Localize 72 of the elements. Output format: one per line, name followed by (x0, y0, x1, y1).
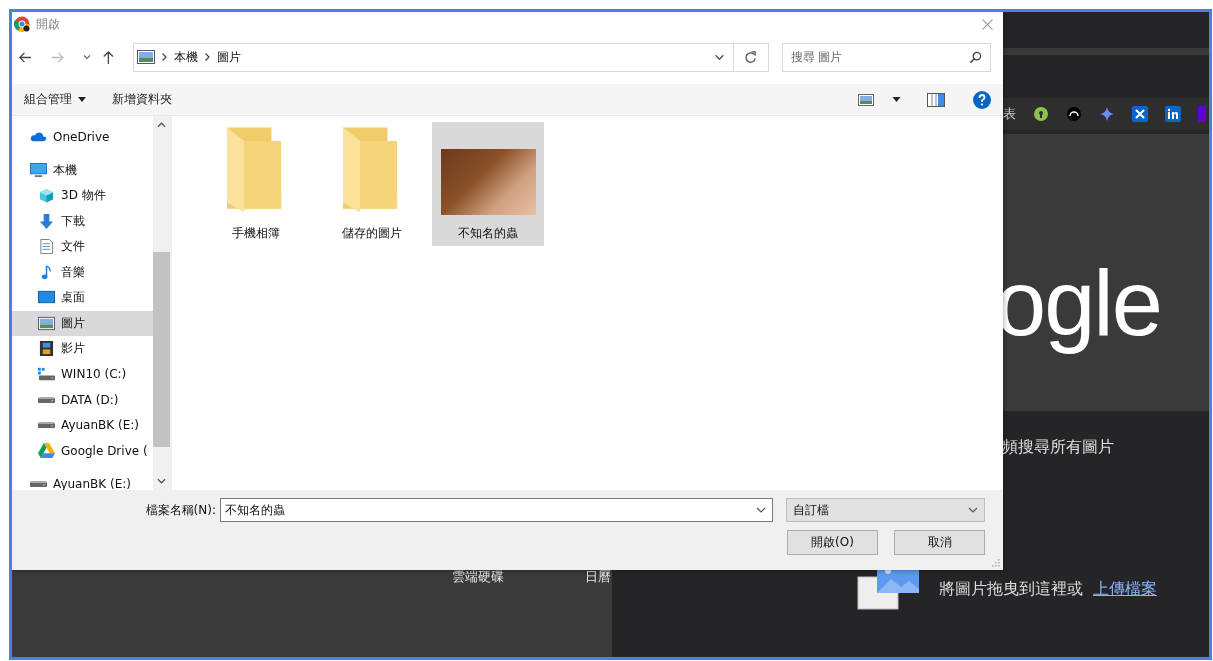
chevron-down-icon (968, 505, 978, 515)
filename-label: 檔案名稱(N): (145, 501, 216, 519)
file-item[interactable]: 儲存的圖片 (316, 122, 428, 246)
keyhole-icon[interactable] (1033, 106, 1049, 122)
preview-pane-icon[interactable] (927, 92, 945, 107)
bookmark-label: 表 (1003, 105, 1016, 123)
sidebar-item[interactable]: 影片 (12, 336, 153, 362)
logo-text: ogle (995, 251, 1161, 356)
open-button[interactable]: 開啟(O) (787, 530, 878, 555)
scrollbar[interactable] (153, 116, 170, 490)
sidebar-item[interactable]: Google Drive ( (12, 438, 153, 464)
sidebar-item[interactable]: 3D 物件 (12, 183, 153, 209)
drop-instruction: 將圖片拖曳到這裡或 (939, 578, 1083, 600)
sidebar-item[interactable]: AyuanBK (E:) (12, 412, 153, 438)
search-hint-text: 頻搜尋所有圖片 (1002, 437, 1114, 458)
refresh-button[interactable] (734, 42, 769, 72)
file-item[interactable]: 手機相簿 (200, 122, 312, 246)
sidebar-item[interactable]: WIN10 (C:) (12, 361, 153, 387)
drive-icon (38, 422, 55, 429)
scroll-down-icon[interactable] (157, 478, 166, 484)
picture-icon (38, 315, 55, 331)
file-type-dropdown[interactable]: 自訂檔 (786, 498, 985, 522)
cube-icon (38, 188, 55, 204)
scroll-up-icon[interactable] (157, 122, 166, 128)
sidebar-item[interactable]: OneDrive (12, 124, 153, 150)
drive-icon (30, 481, 47, 488)
caret-icon[interactable] (892, 97, 901, 102)
help-icon[interactable] (973, 90, 991, 109)
file-item[interactable]: 不知名的蟲 (432, 122, 544, 246)
app-link[interactable]: 日曆 (585, 568, 611, 586)
filename-field[interactable]: 不知名的蟲 (220, 498, 773, 522)
scrollbar-thumb[interactable] (153, 252, 170, 447)
linkedin-icon[interactable] (1165, 106, 1181, 122)
sidebar-item[interactable]: 桌面 (12, 285, 153, 311)
address-bar[interactable]: 本機 圖片 (133, 42, 735, 72)
search-icon[interactable] (969, 50, 982, 64)
refresh-icon (744, 50, 758, 64)
sidebar-item[interactable]: 文件 (12, 234, 153, 260)
sidebar-item[interactable]: 本機 (12, 157, 153, 183)
monitor-icon (30, 162, 47, 178)
organize-menu-button[interactable]: 組合管理 (20, 89, 90, 110)
new-folder-button[interactable]: 新增資料夾 (108, 89, 176, 110)
desktop-icon (38, 290, 55, 306)
chevron-right-icon (205, 53, 211, 61)
sidebar-item[interactable]: DATA (D:) (12, 387, 153, 413)
down-arrow-icon (38, 213, 55, 229)
system-drive-icon (38, 366, 55, 382)
cancel-button[interactable]: 取消 (894, 530, 985, 555)
chevron-right-icon (162, 53, 168, 61)
window-title: 開啟 (36, 15, 60, 33)
sidebar-item[interactable]: 下載 (12, 208, 153, 234)
triangle-logo-icon (38, 443, 55, 459)
breadcrumb-item[interactable]: 本機 (174, 48, 199, 66)
film-icon (38, 341, 55, 357)
upload-link[interactable]: 上傳檔案 (1093, 578, 1157, 600)
close-icon[interactable] (982, 18, 993, 30)
breadcrumb-item[interactable]: 圖片 (217, 48, 242, 66)
resize-grip-icon[interactable] (992, 559, 1000, 567)
chevron-down-icon[interactable] (756, 505, 766, 515)
search-field[interactable]: 搜尋 圖片 (781, 42, 991, 72)
document-icon (38, 239, 55, 255)
sidebar-item[interactable]: 圖片 (12, 310, 153, 336)
sparkle-icon[interactable] (1099, 106, 1115, 122)
circle-logo-icon[interactable] (1066, 106, 1082, 122)
drive-icon (38, 396, 55, 403)
sidebar-item[interactable]: AyuanBK (E:) (12, 471, 153, 490)
caret-icon (78, 97, 86, 102)
app-link[interactable]: 雲端硬碟 (452, 568, 504, 586)
chevron-down-icon[interactable] (81, 52, 92, 62)
sidebar-item[interactable]: 音樂 (12, 259, 153, 285)
picture-icon (137, 50, 156, 64)
view-options-icon[interactable] (858, 93, 874, 106)
